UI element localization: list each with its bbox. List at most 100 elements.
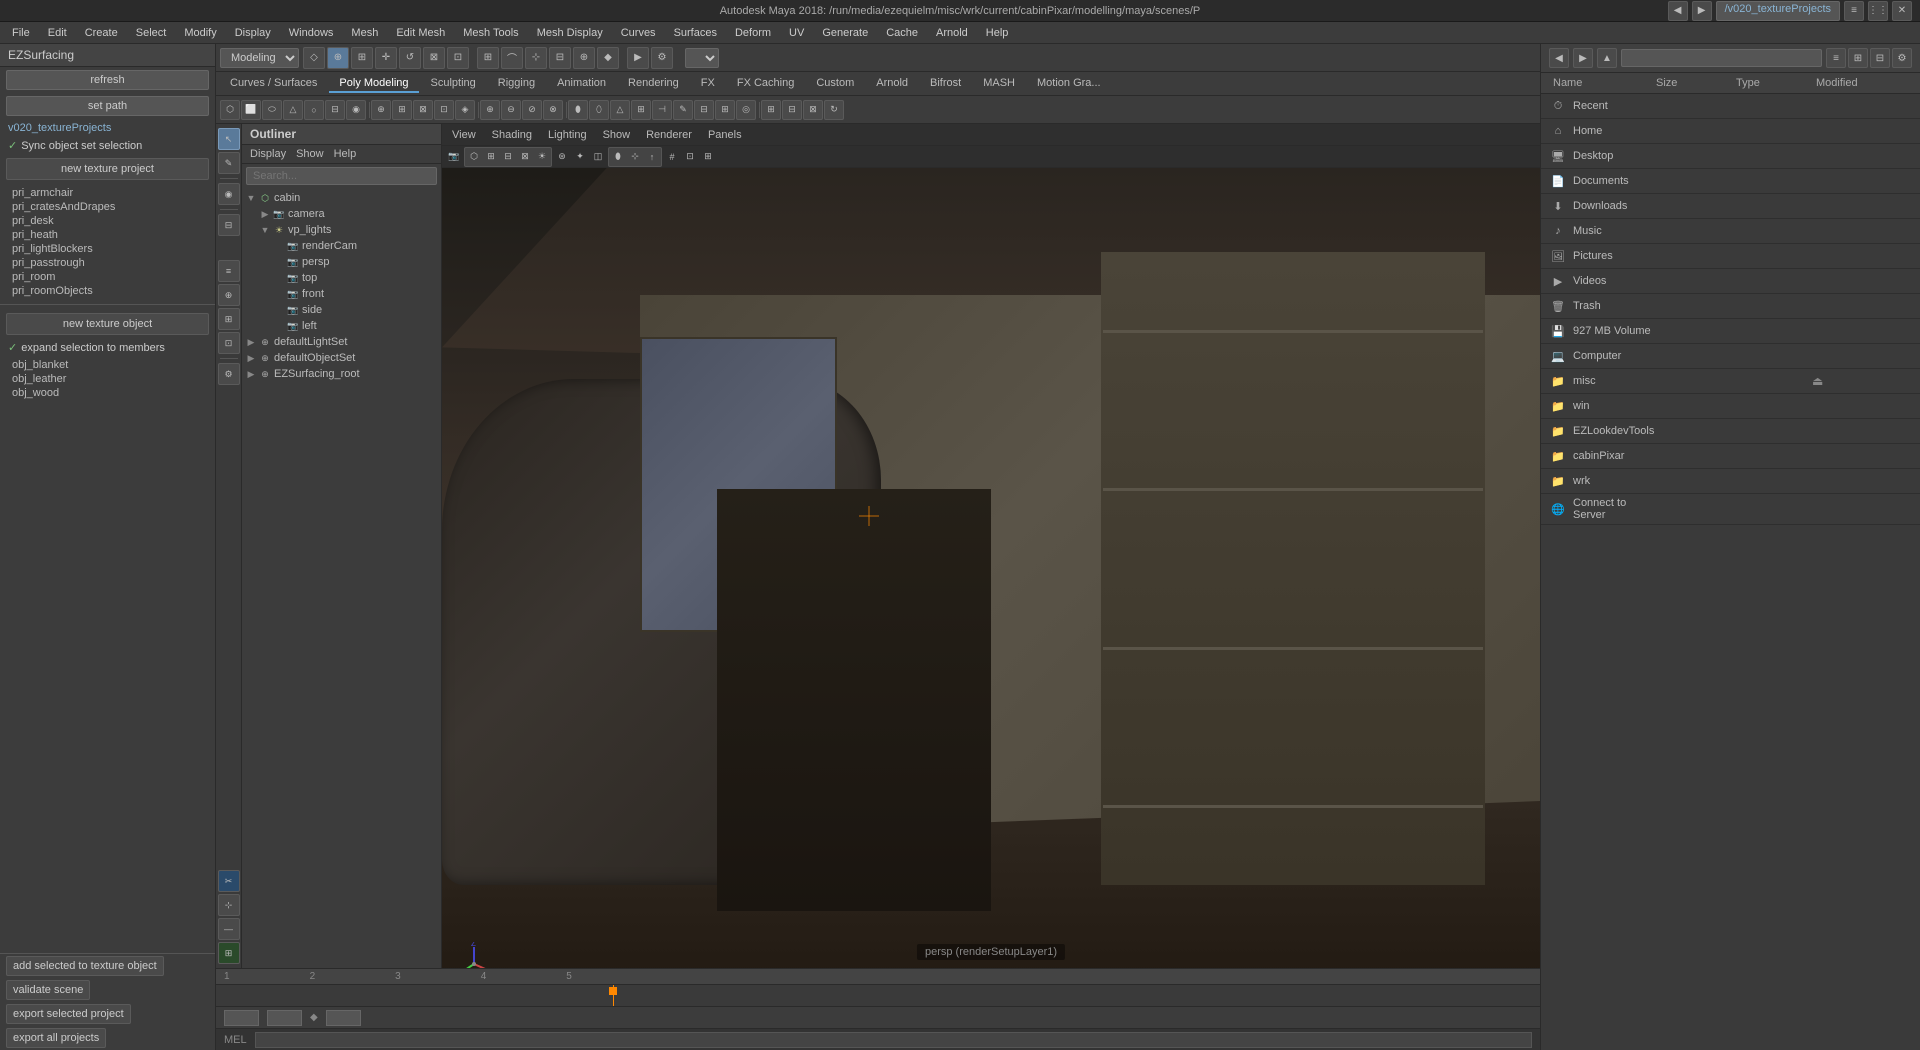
mirror-btn[interactable]: ⊣ (652, 100, 672, 120)
tree-item-default-light-set[interactable]: ▶ ⊕ defaultLightSet (242, 334, 441, 350)
tab-rigging[interactable]: Rigging (488, 75, 545, 93)
poly-cylinder-btn[interactable]: ⬭ (262, 100, 282, 120)
collapse-btn[interactable]: ◈ (455, 100, 475, 120)
menu-display[interactable]: Display (227, 25, 279, 41)
triangulate-btn[interactable]: △ (610, 100, 630, 120)
eject-icon[interactable]: ⏏ (1812, 374, 1823, 388)
file-item-documents[interactable]: 📄 Documents (1541, 169, 1920, 194)
tree-item-vp-lights[interactable]: ▼ ☀ vp_lights (242, 222, 441, 238)
grid-view-btn[interactable]: ⊞ (1848, 48, 1868, 68)
snap-curve-btn[interactable]: ⌒ (501, 47, 523, 69)
outliner-btn[interactable]: ≡ (218, 260, 240, 282)
connect-btn[interactable]: ⊞ (715, 100, 735, 120)
outliner-menu-show[interactable]: Show (292, 147, 328, 161)
refresh-btn[interactable]: refresh (6, 70, 209, 90)
vp-menu-show[interactable]: Show (597, 128, 637, 142)
column-view-btn[interactable]: ⊟ (1870, 48, 1890, 68)
vp-shadow-icon[interactable]: ◫ (590, 149, 606, 165)
file-up-btn[interactable]: ▲ (1597, 48, 1617, 68)
snap-grid-btn[interactable]: ⊞ (477, 47, 499, 69)
tab-animation[interactable]: Animation (547, 75, 616, 93)
vp-smooth-icon[interactable]: ⬮ (610, 149, 626, 165)
extract-btn[interactable]: ⊘ (522, 100, 542, 120)
file-item-desktop[interactable]: 🖥 Desktop (1541, 144, 1920, 169)
vp-menu-renderer[interactable]: Renderer (640, 128, 698, 142)
expand-arrow[interactable]: ▶ (246, 337, 256, 348)
object-item[interactable]: pri_roomObjects (8, 284, 207, 298)
tab-mash[interactable]: MASH (973, 75, 1025, 93)
fill-hole-btn[interactable]: ⊡ (434, 100, 454, 120)
vp-light-icon[interactable]: ☀ (534, 149, 550, 165)
vp-isolate-icon[interactable]: ⊛ (554, 149, 570, 165)
outliner-menu-display[interactable]: Display (246, 147, 290, 161)
object-item[interactable]: pri_passtrough (8, 256, 207, 270)
object-item[interactable]: pri_lightBlockers (8, 242, 207, 256)
poly-sphere-btn[interactable]: ⬡ (220, 100, 240, 120)
expand-arrow[interactable]: ▶ (260, 209, 270, 220)
vp-points-icon[interactable]: ⊹ (627, 149, 643, 165)
tool-settings-btn[interactable]: ⚙ (218, 363, 240, 385)
move-tool-btn[interactable]: ✛ (375, 47, 397, 69)
mode-vert-btn[interactable]: ⊹ (218, 894, 240, 916)
col-type[interactable]: Type (1732, 75, 1812, 91)
tab-fx[interactable]: FX (691, 75, 725, 93)
vp-menu-shading[interactable]: Shading (486, 128, 538, 142)
menu-cache[interactable]: Cache (878, 25, 926, 41)
object-item[interactable]: pri_cratesAndDrapes (8, 200, 207, 214)
menu-windows[interactable]: Windows (281, 25, 342, 41)
add-divisions-btn[interactable]: ⊞ (761, 100, 781, 120)
menu-edit-mesh[interactable]: Edit Mesh (388, 25, 453, 41)
vp-wireframe-icon[interactable]: ⊞ (483, 149, 499, 165)
vp-camera-icon[interactable]: 📷 (446, 149, 462, 165)
menu-edit[interactable]: Edit (40, 25, 75, 41)
workspace-selector[interactable]: Modeling (220, 48, 299, 68)
append-poly-btn[interactable]: ⊠ (413, 100, 433, 120)
attr-editor-btn[interactable]: ⊡ (218, 332, 240, 354)
file-item-videos[interactable]: ▶ Videos (1541, 269, 1920, 294)
snap-view-btn[interactable]: ⊕ (573, 47, 595, 69)
menu-mesh[interactable]: Mesh (343, 25, 386, 41)
project-name[interactable]: v020_textureProjects (0, 119, 215, 137)
offset-edge-btn[interactable]: ⊠ (803, 100, 823, 120)
transform-tool-btn[interactable]: ⊡ (447, 47, 469, 69)
scale-tool-btn[interactable]: ⊠ (423, 47, 445, 69)
tab-curves-surfaces[interactable]: Curves / Surfaces (220, 75, 327, 93)
file-item-home[interactable]: ⌂ Home (1541, 119, 1920, 144)
sculpt-btn[interactable]: ✎ (673, 100, 693, 120)
boolean-btn[interactable]: ⊗ (543, 100, 563, 120)
file-back-btn[interactable]: ◀ (1549, 48, 1569, 68)
menu-uv[interactable]: UV (781, 25, 812, 41)
tab-bifrost[interactable]: Bifrost (920, 75, 971, 93)
file-item-volume[interactable]: 💾 927 MB Volume (1541, 319, 1920, 344)
vp-texture-icon[interactable]: ⊠ (517, 149, 533, 165)
path-settings-btn[interactable]: ≡ (1844, 1, 1864, 21)
rotate-tool-btn[interactable]: ↺ (399, 47, 421, 69)
bevel-btn[interactable]: ⊟ (694, 100, 714, 120)
object-item[interactable]: pri_desk (8, 214, 207, 228)
poly-cube-btn[interactable]: ⬜ (241, 100, 261, 120)
menu-select[interactable]: Select (128, 25, 175, 41)
spin-edge-btn[interactable]: ↻ (824, 100, 844, 120)
tab-sculpting[interactable]: Sculpting (421, 75, 486, 93)
menu-mesh-tools[interactable]: Mesh Tools (455, 25, 526, 41)
menu-create[interactable]: Create (77, 25, 126, 41)
file-item-misc[interactable]: 📁 misc ⏏ (1541, 369, 1920, 394)
expand-arrow[interactable]: ▶ (246, 353, 256, 364)
file-item-ezlookdevtools[interactable]: 📁 EZLookdevTools (1541, 419, 1920, 444)
tree-item-persp[interactable]: 📷 persp (242, 254, 441, 270)
settings-view-btn[interactable]: ⚙ (1892, 48, 1912, 68)
mel-input[interactable] (255, 1032, 1532, 1048)
expand-arrow[interactable]: ▼ (246, 193, 256, 203)
snap-surface-btn[interactable]: ⊟ (549, 47, 571, 69)
tab-arnold[interactable]: Arnold (866, 75, 918, 93)
smooth-btn[interactable]: ⬮ (568, 100, 588, 120)
obj-item-blanket[interactable]: obj_blanket (8, 358, 207, 372)
outliner-search[interactable] (246, 167, 437, 185)
tab-rendering[interactable]: Rendering (618, 75, 689, 93)
lasso-tool-btn[interactable]: ⊕ (327, 47, 349, 69)
expand-arrow[interactable]: ▶ (246, 369, 256, 380)
menu-arnold[interactable]: Arnold (928, 25, 976, 41)
file-item-music[interactable]: ♪ Music (1541, 219, 1920, 244)
symmetry-selector[interactable]: Symmetry: Off (685, 48, 719, 68)
vp-solid-icon[interactable]: ⊟ (500, 149, 516, 165)
